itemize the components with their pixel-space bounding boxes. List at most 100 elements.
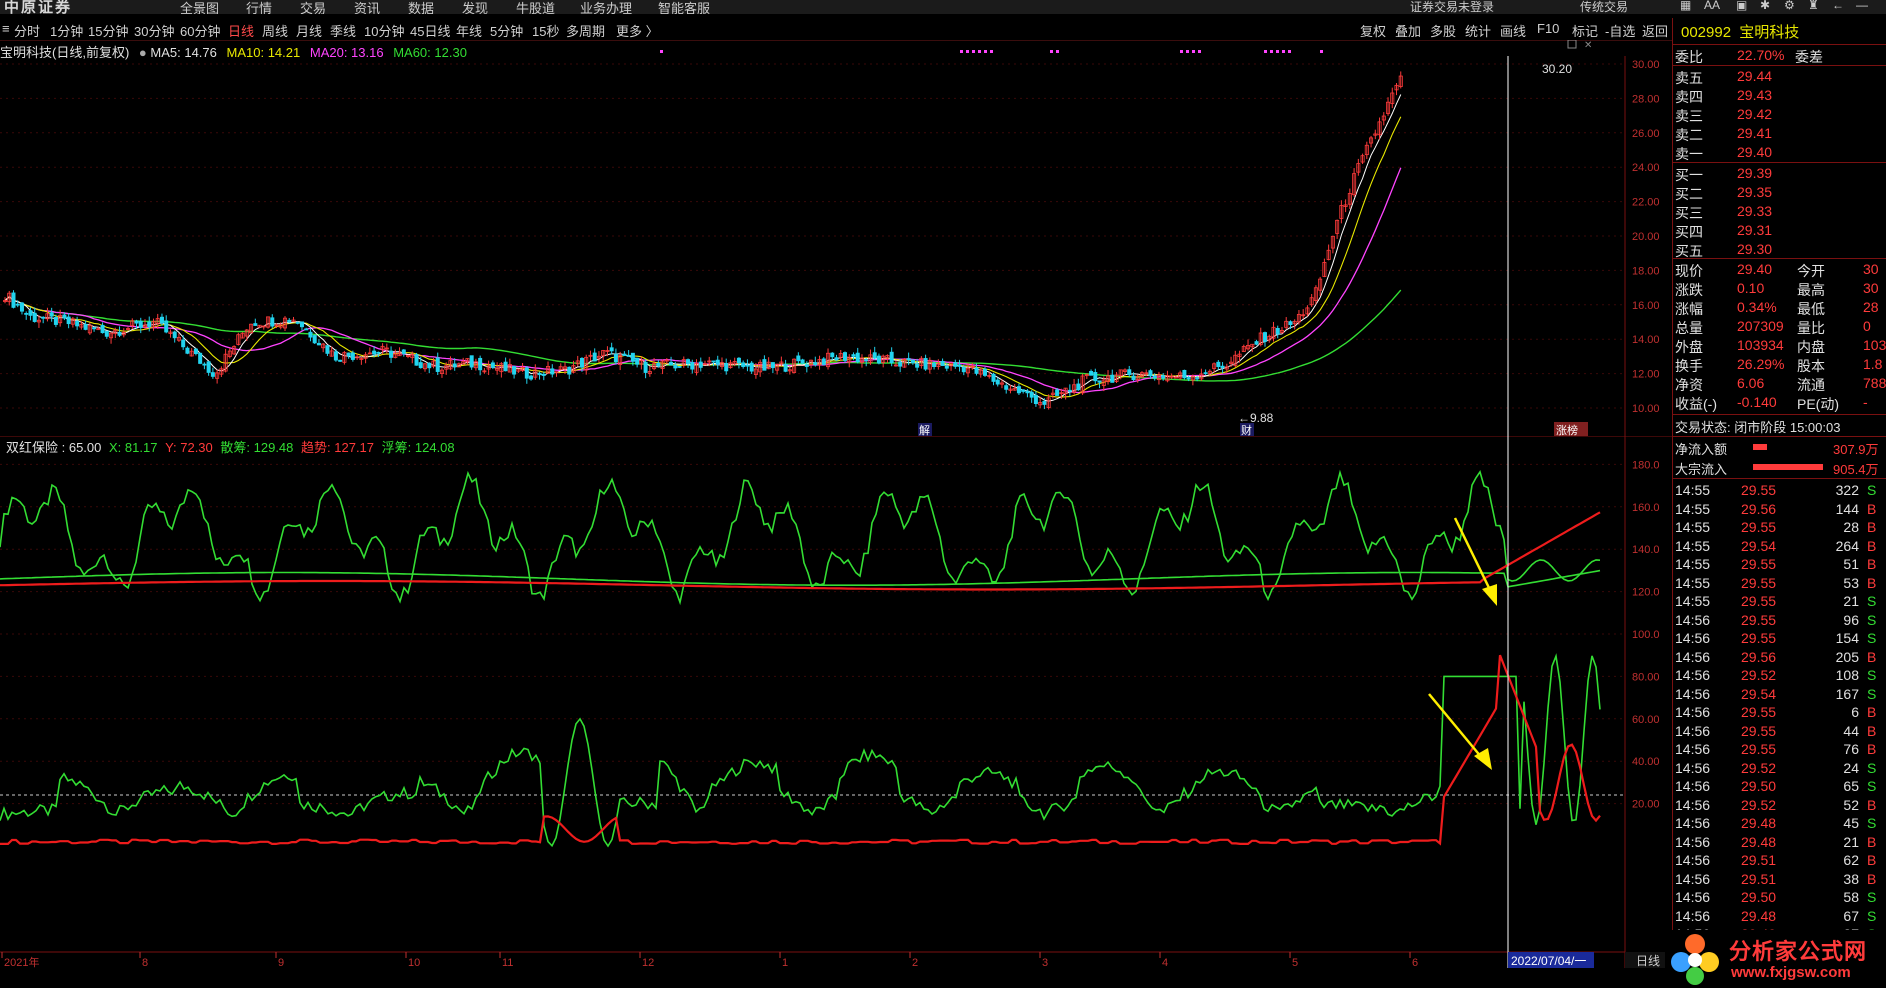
high-annotation: 30.20 bbox=[1542, 62, 1572, 76]
candle-body bbox=[1131, 375, 1136, 381]
draw-line-button[interactable]: 画线 bbox=[1500, 21, 1526, 40]
overlay-button[interactable]: 叠加 bbox=[1395, 21, 1421, 40]
indicator-grid bbox=[0, 436, 1626, 968]
candle-body bbox=[851, 354, 856, 357]
period-intraday[interactable]: 分时 bbox=[14, 21, 40, 40]
settings-icon[interactable]: ⚙ bbox=[1784, 0, 1795, 12]
period-30min[interactable]: 30分钟 bbox=[134, 21, 174, 40]
scroll-left-icon[interactable]: ≡ bbox=[2, 21, 10, 36]
add-watchlist-button[interactable]: -自选 bbox=[1605, 21, 1635, 40]
candle-body bbox=[1067, 389, 1072, 392]
period-5min[interactable]: 5分钟 bbox=[490, 21, 523, 40]
tick-price: 29.55 bbox=[1741, 574, 1777, 591]
tick-row: 14:55 29.55 51 B bbox=[1673, 554, 1886, 574]
menu-niugudao[interactable]: 牛股道 bbox=[516, 0, 555, 14]
menu-news[interactable]: 资讯 bbox=[354, 0, 380, 14]
minimize-icon[interactable]: — bbox=[1856, 0, 1868, 12]
candle-body bbox=[961, 366, 966, 373]
stat-label-2: 最高 bbox=[1797, 282, 1825, 298]
adjust-button[interactable]: 复权 bbox=[1360, 21, 1386, 40]
candlestick-chart[interactable]: 30.00 28.00 26.00 24.00 22.00 20.00 18.00 16.00… bbox=[0, 40, 1672, 436]
candle-body bbox=[401, 349, 406, 355]
period-monthly[interactable]: 月线 bbox=[296, 21, 322, 40]
stock-name: 宝明科技 bbox=[1739, 24, 1800, 41]
period-daily[interactable]: 日线 bbox=[228, 21, 254, 40]
period-15sec[interactable]: 15秒 bbox=[532, 21, 559, 40]
menu-discover[interactable]: 发现 bbox=[462, 0, 488, 14]
stats-button[interactable]: 统计 bbox=[1465, 21, 1491, 40]
period-multi[interactable]: 多周期 bbox=[566, 21, 605, 40]
period-yearly[interactable]: 年线 bbox=[456, 21, 482, 40]
tick-row: 14:56 29.55 76 B bbox=[1673, 739, 1886, 759]
net-inflow-label: 净流入额 bbox=[1675, 442, 1728, 457]
candle-body bbox=[715, 359, 720, 365]
candle-body bbox=[673, 364, 678, 369]
candle-body bbox=[830, 352, 835, 358]
ind-tick: 60.00 bbox=[1632, 714, 1660, 726]
price-tick: 10.00 bbox=[1632, 403, 1660, 415]
candle-body bbox=[1203, 372, 1208, 375]
menu-panorama[interactable]: 全景图 bbox=[180, 0, 219, 14]
event-dot bbox=[1282, 50, 1285, 53]
period-more[interactable]: 更多 〉 bbox=[616, 21, 659, 40]
tick-row: 14:56 29.55 96 S bbox=[1673, 610, 1886, 630]
period-1min[interactable]: 1分钟 bbox=[50, 21, 83, 40]
stat-row: 净资 6.06 流通 788 bbox=[1673, 374, 1886, 393]
trade-mode[interactable]: 传统交易 bbox=[1580, 0, 1628, 14]
tick-time: 14:56 bbox=[1675, 796, 1711, 813]
period-45day[interactable]: 45日线 bbox=[410, 21, 450, 40]
multi-stock-button[interactable]: 多股 bbox=[1430, 21, 1456, 40]
layout-icon[interactable]: ▣ bbox=[1736, 0, 1747, 12]
tick-volume: 65 bbox=[1843, 778, 1859, 794]
tick-time: 14:56 bbox=[1675, 704, 1711, 720]
block-inflow-value: 905.4万 bbox=[1833, 462, 1879, 477]
tick-side: B bbox=[1867, 574, 1877, 591]
menu-data[interactable]: 数据 bbox=[408, 0, 434, 14]
bottom-tab-label[interactable]: 日线 bbox=[1636, 954, 1660, 968]
candle-body bbox=[677, 366, 682, 368]
candle-body bbox=[932, 362, 937, 368]
period-10min[interactable]: 10分钟 bbox=[364, 21, 404, 40]
tick-side: B bbox=[1867, 833, 1877, 850]
candle-body bbox=[690, 362, 695, 370]
close-chart-icon[interactable]: ✕ bbox=[1584, 40, 1592, 51]
price-grid bbox=[0, 56, 1626, 436]
return-button[interactable]: 返回 bbox=[1642, 21, 1668, 40]
grid-icon[interactable]: ▦ bbox=[1680, 0, 1691, 12]
tick-time: 14:55 bbox=[1675, 519, 1711, 535]
tick-row: 14:55 29.55 322 S bbox=[1673, 480, 1886, 500]
font-size-icon[interactable]: AA bbox=[1704, 0, 1720, 12]
indicator-chart[interactable]: 180.0 160.0 140.0 120.0 100.0 80.00 60.00 40.00… bbox=[0, 436, 1672, 968]
shirt-icon[interactable]: ♜ bbox=[1808, 0, 1819, 12]
menu-trade[interactable]: 交易 bbox=[300, 0, 326, 14]
f10-button[interactable]: F10 bbox=[1537, 21, 1559, 36]
period-60min[interactable]: 60分钟 bbox=[180, 21, 220, 40]
share-icon[interactable]: ✱ bbox=[1760, 0, 1770, 12]
tick-price: 29.55 bbox=[1741, 593, 1777, 609]
menu-business[interactable]: 业务办理 bbox=[580, 0, 632, 14]
event-dot bbox=[1320, 50, 1323, 53]
period-weekly[interactable]: 周线 bbox=[262, 21, 288, 40]
login-status[interactable]: 证券交易未登录 bbox=[1410, 0, 1494, 14]
price-tick: 22.00 bbox=[1632, 197, 1660, 209]
mark-button[interactable]: 标记 bbox=[1572, 21, 1598, 40]
period-15min[interactable]: 15分钟 bbox=[88, 21, 128, 40]
crosshair-date-label: 2022/07/04/一 bbox=[1511, 954, 1586, 968]
menu-service[interactable]: 智能客服 bbox=[658, 0, 710, 14]
maximize-icon[interactable] bbox=[1567, 40, 1577, 49]
back-icon[interactable]: ← bbox=[1832, 0, 1844, 12]
candle-body bbox=[1055, 389, 1060, 396]
menu-market[interactable]: 行情 bbox=[246, 0, 272, 14]
candle-body bbox=[537, 372, 542, 376]
candle-body bbox=[253, 323, 258, 326]
ask-price: 29.42 bbox=[1737, 106, 1773, 122]
tick-row: 14:56 29.51 38 B bbox=[1673, 869, 1886, 889]
stat-row: 换手 26.29% 股本 1.8 bbox=[1673, 355, 1886, 374]
period-quarterly[interactable]: 季线 bbox=[330, 21, 356, 40]
ask-row: 卖三 29.42 bbox=[1673, 105, 1886, 124]
ask-price: 29.43 bbox=[1737, 87, 1773, 103]
candle-body bbox=[1016, 386, 1021, 394]
ask-row: 卖二 29.41 bbox=[1673, 124, 1886, 143]
candle-body bbox=[414, 354, 419, 366]
tick-side: B bbox=[1867, 741, 1877, 757]
